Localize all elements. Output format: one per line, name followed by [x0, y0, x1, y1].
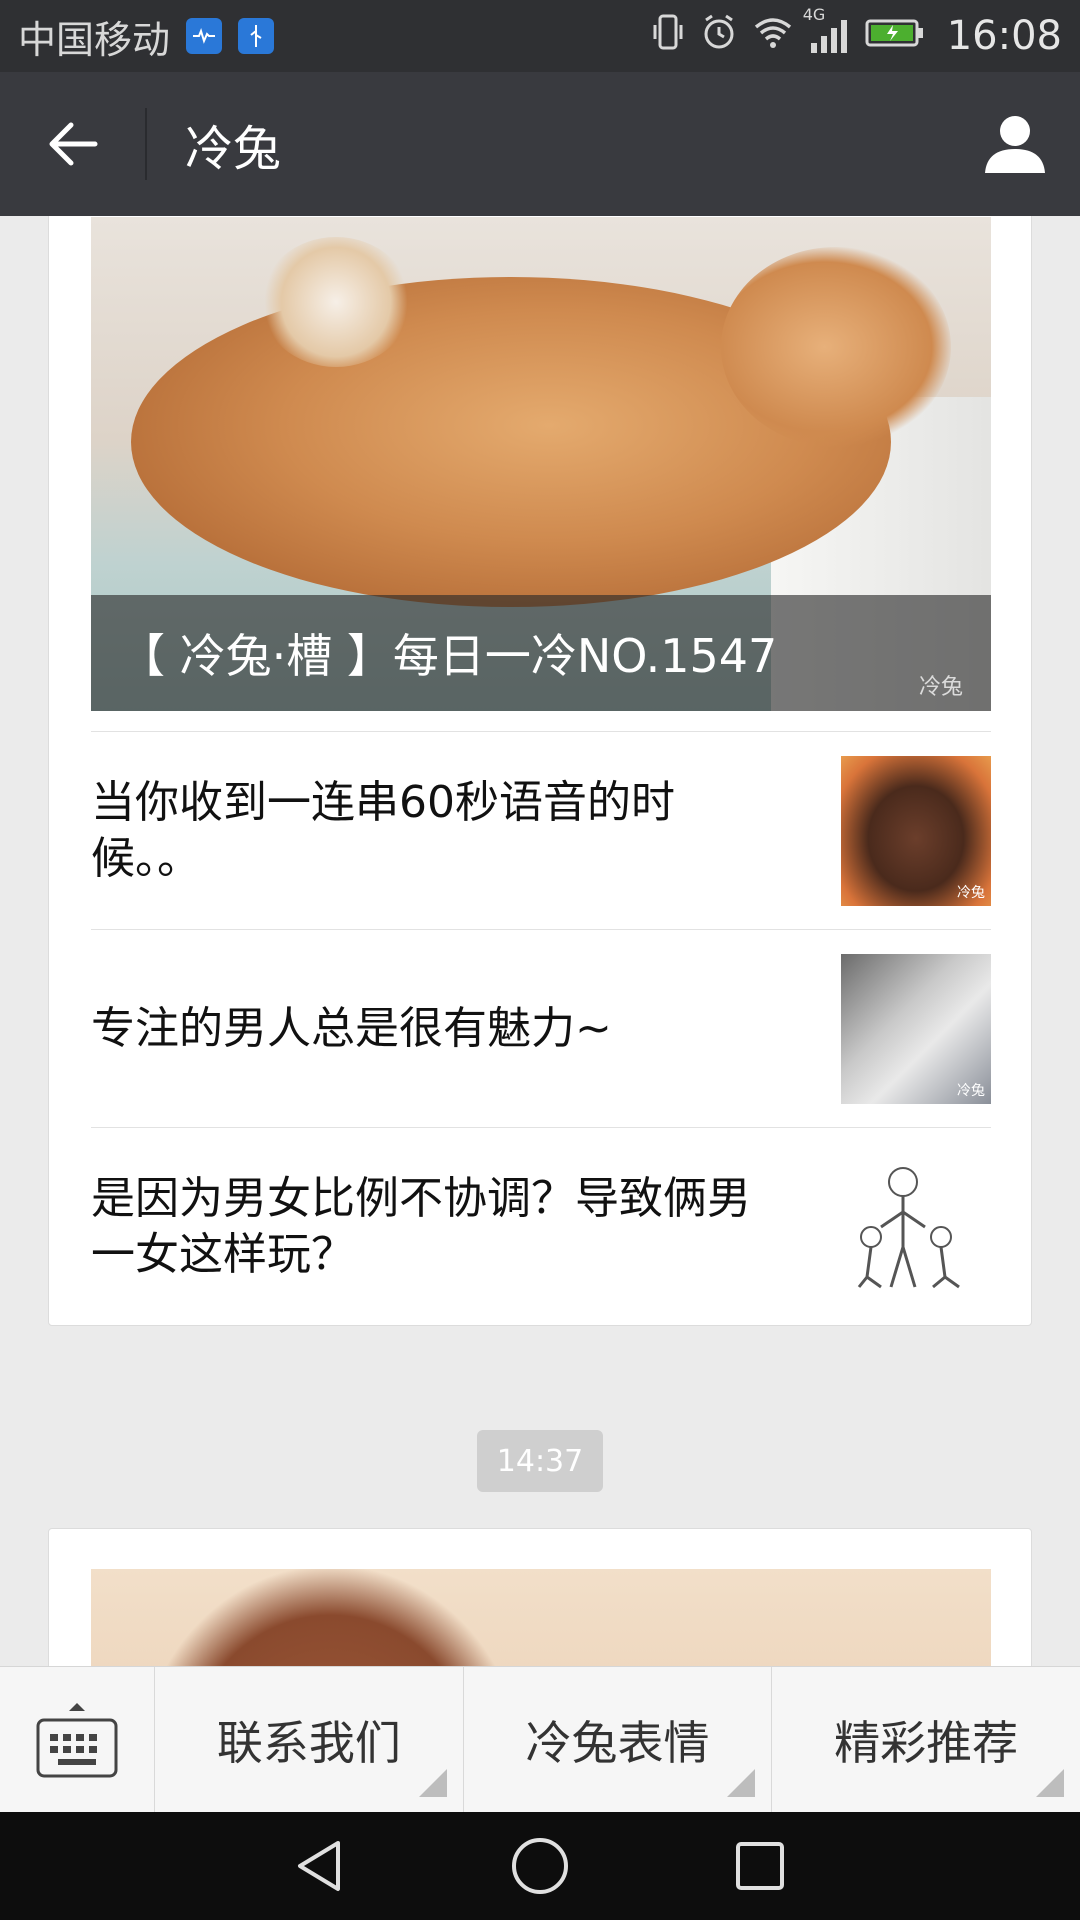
article-item[interactable]: 是因为男女比例不协调？导致俩男一女这样玩？ [91, 1127, 991, 1325]
cover-watermark: 冷兔 [918, 675, 963, 700]
wifi-icon [753, 14, 793, 58]
submenu-indicator-icon [1036, 1769, 1065, 1797]
back-arrow-icon [49, 122, 97, 166]
nav-home-button[interactable] [505, 1831, 575, 1901]
menu-tab-label: 联系我们 [216, 1716, 401, 1770]
cover-image-person [141, 1569, 521, 1666]
article-thumbnail: 冷兔 [841, 953, 991, 1104]
status-right: 4G 16:08 [651, 5, 1062, 60]
back-triangle-icon [298, 1841, 340, 1891]
profile-button[interactable] [950, 72, 1080, 216]
article-title: 专注的男人总是很有魅力~ [91, 1002, 612, 1054]
profile-icon [985, 116, 1045, 173]
chevron-up-icon [69, 1703, 85, 1711]
recents-square-icon [736, 1842, 784, 1890]
keyboard-icon [36, 1718, 118, 1778]
action-bar-divider [145, 108, 147, 180]
menu-tab-label: 精彩推荐 [834, 1716, 1019, 1770]
network-type: 4G [802, 5, 826, 24]
alarm-icon [701, 13, 737, 60]
article-title: 是因为男女比例不协调？导致俩男一女这样玩？ [91, 1172, 751, 1280]
vibrate-icon [651, 13, 685, 60]
article-item[interactable]: 专注的男人总是很有魅力~ 冷兔 [91, 929, 991, 1127]
article-card: 【 冷兔·槽 】每日一冷NO.1547 冷兔 当你收到一连串60秒语音的时候。。… [48, 216, 1032, 1326]
cartoon-figures-illustration [857, 1166, 960, 1288]
article-thumbnail: 冷兔 [841, 755, 991, 906]
article-thumbnail [841, 1151, 991, 1302]
system-navigation-bar [0, 1812, 1080, 1920]
usb-icon [238, 18, 275, 54]
message-timestamp: 14:37 [477, 1430, 603, 1492]
thumbnail-watermark: 冷兔 [957, 884, 985, 901]
message-list: 【 冷兔·槽 】每日一冷NO.1547 冷兔 当你收到一连串60秒语音的时候。。… [0, 216, 1080, 1666]
status-bar: 中国移动 4G 16:08 [0, 0, 1080, 72]
submenu-indicator-icon [727, 1769, 756, 1797]
cover-article[interactable]: 【 冷兔·槽 】每日一冷NO.1547 冷兔 [91, 217, 991, 711]
article-item[interactable]: 当你收到一连串60秒语音的时候。。 冷兔 [91, 731, 991, 929]
keyboard-toggle-button[interactable] [0, 1667, 155, 1813]
carrier-name: 中国移动 [18, 17, 171, 62]
menu-tab-stickers[interactable]: 冷兔表情 [464, 1667, 773, 1813]
submenu-indicator-icon [418, 1769, 447, 1797]
home-circle-icon [512, 1838, 568, 1894]
menu-tab-recommendations[interactable]: 精彩推荐 [772, 1667, 1080, 1813]
article-card [48, 1528, 1032, 1666]
nav-recents-button[interactable] [725, 1831, 795, 1901]
action-bar: 冷兔 [0, 72, 1080, 216]
cover-article[interactable] [91, 1569, 991, 1666]
cover-image-dog-head [721, 247, 951, 447]
status-left: 中国移动 [18, 9, 275, 64]
nav-back-button[interactable] [285, 1831, 355, 1901]
thumbnail-watermark: 冷兔 [957, 1082, 985, 1099]
menu-tab-label: 冷兔表情 [525, 1716, 710, 1770]
back-button[interactable] [0, 72, 145, 216]
signal-icon: 4G [803, 5, 849, 53]
article-title: 当你收到一连串60秒语音的时候。。 [91, 776, 675, 884]
cover-title: 【 冷兔·槽 】每日一冷NO.1547 [91, 595, 991, 711]
wechat-official-account-screen: { "status_bar": { "carrier": "中国移动", "ne… [0, 0, 1080, 1920]
status-time: 16:08 [946, 13, 1062, 59]
battery-charging-icon [865, 14, 925, 58]
health-app-icon [186, 18, 223, 54]
page-title: 冷兔 [185, 121, 282, 177]
menu-tab-contact[interactable]: 联系我们 [155, 1667, 464, 1813]
custom-menu-bar: 联系我们 冷兔表情 精彩推荐 [0, 1666, 1080, 1813]
cover-image-tail [261, 237, 411, 367]
